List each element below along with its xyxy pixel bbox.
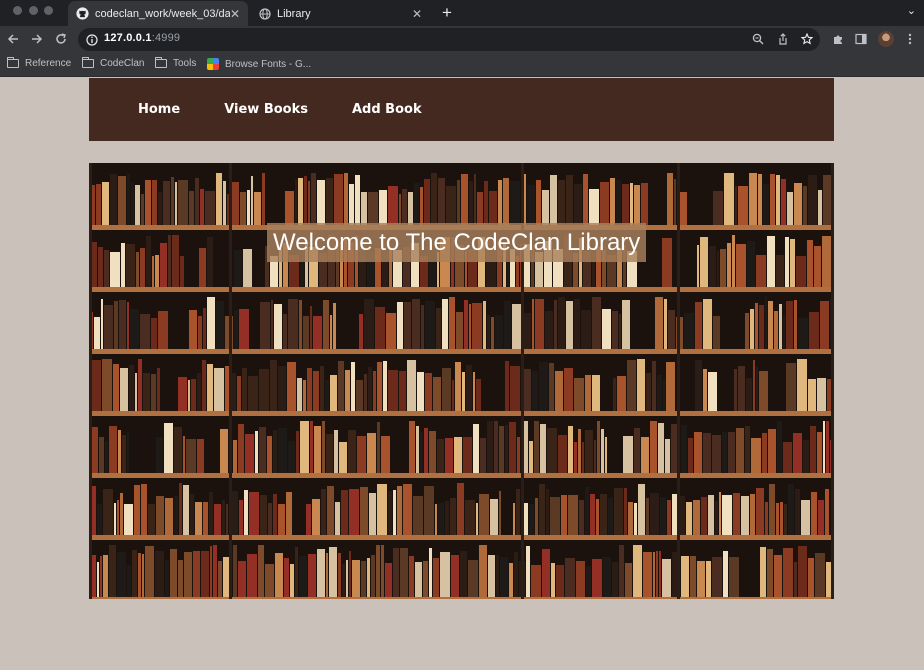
- tab-search-icon[interactable]: ⌄: [907, 4, 916, 17]
- url-host: 127.0.0.1: [104, 32, 152, 44]
- profile-avatar[interactable]: [878, 31, 894, 47]
- address-bar[interactable]: 127.0.0.1:4999: [78, 28, 820, 51]
- bookmark-label: Tools: [173, 58, 197, 69]
- tab-codeclan-work[interactable]: codeclan_work/week_03/day_ ✕: [68, 1, 248, 26]
- reload-icon[interactable]: [52, 30, 70, 48]
- google-fonts-icon: [207, 58, 219, 70]
- minimize-window-button[interactable]: [29, 6, 38, 15]
- maximize-window-button[interactable]: [44, 6, 53, 15]
- share-icon[interactable]: [776, 32, 790, 46]
- tab-title: Library: [277, 7, 311, 20]
- more-menu-icon[interactable]: [902, 31, 918, 47]
- bookmark-tools[interactable]: Tools: [155, 57, 197, 69]
- forward-arrow-icon[interactable]: [28, 30, 46, 48]
- bookmark-star-icon[interactable]: [800, 32, 814, 46]
- hero-title: Welcome to The CodeClan Library: [267, 223, 647, 262]
- nav-add-book-link[interactable]: Add Book: [352, 102, 422, 117]
- extensions-icon[interactable]: [830, 31, 846, 47]
- url-text: 127.0.0.1:4999: [104, 32, 180, 44]
- bookmark-codeclan[interactable]: CodeClan: [82, 57, 145, 69]
- nav-view-books-link[interactable]: View Books: [224, 102, 308, 117]
- page-viewport: Home View Books Add Book Welcome to The …: [0, 78, 924, 670]
- github-icon: [76, 7, 89, 20]
- bookmark-label: Reference: [25, 58, 72, 69]
- globe-icon: [258, 7, 271, 20]
- close-tab-icon[interactable]: ✕: [230, 7, 240, 21]
- side-panel-icon[interactable]: [853, 31, 869, 47]
- nav-home-link[interactable]: Home: [138, 102, 180, 117]
- url-port: :4999: [151, 32, 181, 44]
- bookmark-label: CodeClan: [100, 58, 145, 69]
- close-tab-icon[interactable]: ✕: [412, 7, 422, 21]
- bookmarks-bar: Reference CodeClan Tools Browse Fonts - …: [0, 53, 924, 77]
- folder-icon: [155, 57, 167, 68]
- zoom-icon[interactable]: [751, 32, 765, 46]
- new-tab-button[interactable]: +: [439, 3, 455, 23]
- browser-tab-bar: codeclan_work/week_03/day_ ✕ Library ✕ +…: [0, 0, 924, 26]
- browser-toolbar: 127.0.0.1:4999: [0, 26, 924, 53]
- folder-icon: [7, 57, 19, 68]
- bookmark-browse-fonts[interactable]: Browse Fonts - G...: [207, 58, 311, 70]
- hero-banner: Welcome to The CodeClan Library: [89, 163, 834, 599]
- tab-title: codeclan_work/week_03/day_: [95, 7, 230, 20]
- back-arrow-icon[interactable]: [4, 30, 22, 48]
- folder-icon: [82, 57, 94, 68]
- site-nav-bar: Home View Books Add Book: [89, 78, 834, 141]
- site-info-icon[interactable]: [86, 33, 98, 46]
- bookmark-label: Browse Fonts - G...: [225, 58, 312, 70]
- close-window-button[interactable]: [13, 6, 22, 15]
- tab-library[interactable]: Library ✕: [250, 1, 430, 26]
- bookmark-reference[interactable]: Reference: [7, 57, 72, 69]
